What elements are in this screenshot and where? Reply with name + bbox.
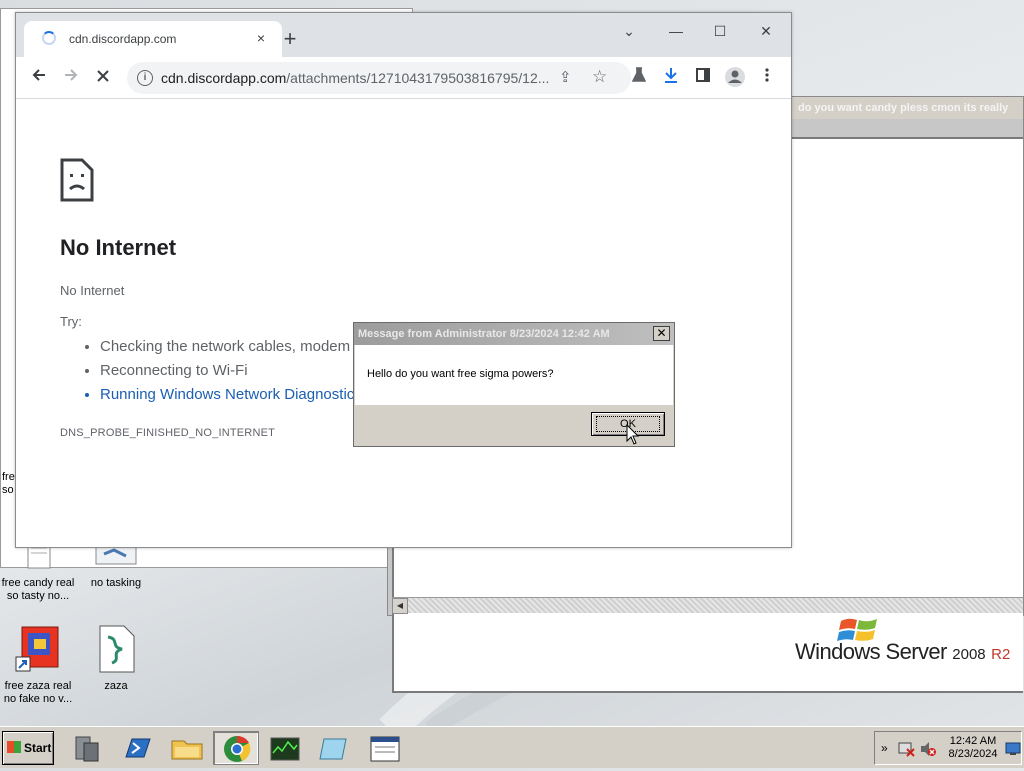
show-desktop-icon[interactable] — [1005, 742, 1021, 756]
windows-brand-text: Windows Server — [795, 639, 947, 664]
desktop-icon-free-candy[interactable]: free candy real so tasty no... — [0, 539, 78, 603]
profile-avatar-icon[interactable] — [722, 66, 748, 90]
forward-button[interactable] — [58, 66, 84, 90]
network-diagnostics-link[interactable]: Running Windows Network Diagnostic — [100, 383, 363, 407]
suggestion-list: Checking the network cables, modem a Rec… — [80, 335, 363, 407]
sad-document-icon — [60, 158, 94, 202]
taskbar-notepad[interactable] — [312, 731, 358, 765]
bookmark-star-icon[interactable]: ☆ — [592, 67, 607, 87]
folder-icon — [171, 740, 203, 760]
taskbar-message-window[interactable] — [362, 731, 408, 765]
clock-date: 8/23/2024 — [948, 748, 998, 760]
taskbar-clock[interactable]: 12:42 AM 8/23/2024 — [945, 735, 1001, 761]
tab-search-chevron-icon[interactable]: ⌄ — [613, 21, 645, 45]
download-icon[interactable] — [658, 66, 684, 90]
new-tab-button[interactable]: + — [279, 28, 301, 51]
labs-flask-icon[interactable] — [626, 66, 652, 90]
side-panel-icon[interactable] — [690, 66, 716, 90]
taskbar: Start » 12:42 AM 8/23/2024 — [0, 726, 1024, 768]
forward-arrow-icon — [65, 69, 78, 81]
address-bar[interactable]: i cdn.discordapp.com/attachments/1271043… — [127, 62, 631, 94]
try-label: Try: — [60, 314, 82, 329]
browser-tab[interactable]: cdn.discordapp.com × — [24, 21, 282, 57]
scroll-left-icon[interactable]: ◀ — [392, 598, 408, 614]
chrome-icon — [224, 735, 251, 762]
mouse-pointer-icon — [626, 424, 640, 445]
network-disconnected-icon[interactable] — [897, 740, 915, 758]
task-manager-icon — [270, 737, 300, 761]
partial-desktop-label[interactable]: fre so — [2, 471, 15, 497]
close-x-icon — [97, 70, 109, 82]
windows-version-text: 2008 — [952, 646, 986, 663]
suggestion-item: Checking the network cables, modem a — [100, 335, 363, 359]
back-arrow-icon — [32, 69, 45, 81]
stop-loading-button[interactable] — [90, 66, 116, 90]
taskbar-explorer[interactable] — [164, 731, 210, 765]
dialog-title[interactable]: Message from Administrator 8/23/2024 12:… — [354, 323, 674, 345]
error-code: DNS_PROBE_FINISHED_NO_INTERNET — [60, 427, 276, 439]
horizontal-scrollbar[interactable]: ◀ — [392, 597, 1023, 614]
server-manager-icon — [75, 736, 99, 762]
desktop-icon-zaza[interactable]: zaza — [76, 625, 156, 693]
loading-spinner-icon — [42, 31, 56, 45]
minimize-button[interactable]: — — [660, 21, 692, 45]
dialog-message: Hello do you want free sigma powers? — [367, 368, 554, 380]
window-icon — [370, 736, 400, 762]
suggestion-item: Reconnecting to Wi-Fi — [100, 359, 363, 383]
error-title: No Internet — [60, 235, 177, 260]
dialog-body: Hello do you want free sigma powers? — [355, 345, 673, 405]
menu-kebab-icon[interactable] — [754, 66, 780, 90]
error-subtitle: No Internet — [60, 283, 125, 298]
windows-start-icon — [7, 741, 21, 753]
tab-strip[interactable]: cdn.discordapp.com × + ⌄ — ☐ ✕ — [16, 13, 791, 57]
url-path: /attachments/1271043179503816795/12... — [286, 70, 550, 86]
browser-toolbar: i cdn.discordapp.com/attachments/1271043… — [16, 57, 791, 99]
windows-r2-text: R2 — [991, 646, 1011, 663]
powershell-icon — [125, 738, 151, 758]
script-file-icon — [99, 625, 135, 673]
browser-window[interactable]: cdn.discordapp.com × + ⌄ — ☐ ✕ i cdn.dis… — [15, 12, 792, 548]
taskbar-server-manager[interactable] — [64, 731, 110, 765]
clock-time: 12:42 AM — [949, 735, 997, 747]
volume-muted-icon[interactable] — [919, 740, 937, 758]
dialog-close-icon[interactable]: ✕ — [653, 326, 670, 341]
share-icon[interactable]: ⇪ — [559, 68, 572, 86]
notepad-icon — [319, 738, 347, 760]
close-window-button[interactable]: ✕ — [750, 21, 782, 45]
system-tray: » 12:42 AM 8/23/2024 — [874, 731, 1022, 765]
desktop-icon-free-zaza[interactable]: free zaza real no fake no v... — [0, 625, 78, 706]
tab-close-icon[interactable]: × — [252, 29, 270, 47]
start-button[interactable]: Start — [2, 731, 54, 765]
game-shortcut-icon — [15, 626, 59, 672]
taskbar-chrome[interactable] — [213, 731, 259, 765]
site-info-icon[interactable]: i — [137, 70, 153, 86]
show-hidden-icons-chevron[interactable]: » — [881, 741, 888, 755]
back-button[interactable] — [26, 66, 52, 90]
tab-title: cdn.discordapp.com — [69, 32, 177, 46]
taskbar-task-manager[interactable] — [262, 731, 308, 765]
maximize-button[interactable]: ☐ — [704, 21, 736, 45]
url-host: cdn.discordapp.com — [161, 70, 287, 86]
taskbar-powershell[interactable] — [114, 731, 160, 765]
